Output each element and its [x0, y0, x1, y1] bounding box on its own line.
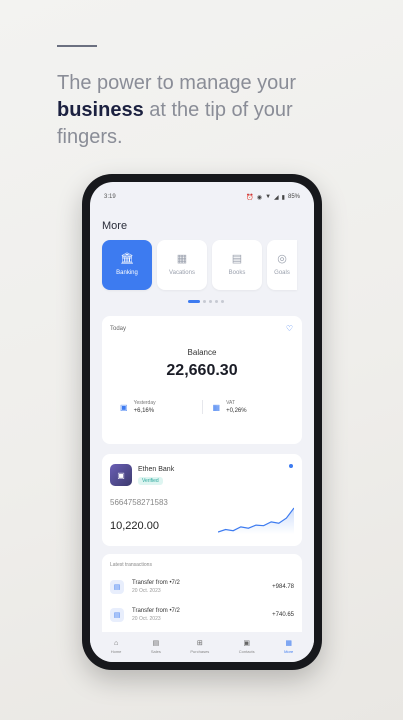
pager-dot-active[interactable]: [188, 300, 200, 303]
pager-dot[interactable]: [215, 300, 218, 303]
verified-badge: Verified: [138, 477, 163, 485]
transaction-title: Transfer from •7/2: [132, 580, 180, 586]
heart-icon[interactable]: ♡: [286, 324, 293, 333]
transactions-title: Latest transactions: [110, 562, 152, 568]
account-name: Ethen Bank: [138, 466, 175, 473]
nav-label: Home: [110, 649, 122, 654]
tile-banking[interactable]: 🏛 Banking: [102, 240, 152, 290]
bank-icon: ▣: [120, 402, 128, 412]
tile-vacations[interactable]: ▦ Vacations: [157, 240, 207, 290]
stat-name: VAT: [226, 400, 236, 406]
bank-logo-icon: ▣: [110, 464, 132, 486]
status-bar: 3:19 ⏰ ◉ ▼ ◢ ▮ 85%: [104, 192, 300, 202]
pager-dot[interactable]: [203, 300, 206, 303]
bank-icon: 🏛: [120, 253, 134, 265]
account-number: 5664758271583: [110, 498, 168, 507]
nav-label: Sales: [150, 649, 161, 654]
stat-value: +0,26%: [226, 408, 247, 414]
transaction-amount: +740.65: [272, 612, 294, 618]
tile-books[interactable]: ▤ Books: [212, 240, 262, 290]
tiles-row: 🏛 Banking ▦ Vacations ▤ Books ◎ Goals: [102, 240, 297, 290]
balance-card[interactable]: Today ♡ Balance 22,660.30 ▣ Yesterday +6…: [102, 316, 302, 444]
account-card[interactable]: ▣ Ethen Bank Verified 5664758271583 10,2…: [102, 454, 302, 546]
transaction-title: Transfer from •7/2: [132, 608, 180, 614]
nav-purchases[interactable]: ⊞ Purchases: [190, 640, 209, 654]
nav-label: Contacts: [238, 649, 255, 654]
receipt-icon: ▤: [152, 640, 160, 647]
calendar-icon: ▦: [176, 253, 188, 265]
phone-frame: 3:19 ⏰ ◉ ▼ ◢ ▮ 85% More 🏛 Banking ▦ Vaca…: [82, 174, 322, 670]
tile-label: Goals: [274, 270, 290, 276]
bottom-nav: ⌂ Home ▤ Sales ⊞ Purchases ▣ Contacts ▦ …: [90, 632, 314, 662]
tiles-pager: [188, 300, 224, 303]
pager-dot[interactable]: [221, 300, 224, 303]
screen-title: More: [102, 220, 128, 232]
nav-more[interactable]: ▦ More: [284, 640, 293, 654]
calendar-icon: ▦: [212, 402, 221, 412]
tile-label: Vacations: [169, 270, 195, 276]
battery-icon: ▮: [281, 194, 285, 201]
accent-line: [57, 45, 97, 47]
headline: The power to manage your business at the…: [57, 70, 357, 151]
account-sparkline: [218, 507, 294, 534]
stat-yesterday: ▣ Yesterday +6,16%: [110, 400, 202, 414]
status-time: 3:19: [104, 194, 116, 200]
stat-vat: ▦ VAT +0,26%: [201, 400, 295, 414]
stat-value: +6,16%: [133, 408, 155, 414]
nav-label: More: [284, 649, 294, 654]
cart-icon: ⊞: [196, 640, 203, 647]
stat-name: Yesterday: [133, 400, 156, 406]
status-icons: ⏰ ◉ ▼ ◢ ▮ 85%: [246, 194, 300, 201]
transaction-amount: +984.78: [272, 584, 294, 590]
tile-label: Banking: [116, 270, 138, 276]
nav-home[interactable]: ⌂ Home: [111, 640, 122, 654]
alarm-icon: ⏰: [246, 194, 254, 201]
grid-icon: ▦: [285, 640, 292, 647]
nav-sales[interactable]: ▤ Sales: [151, 640, 161, 654]
wifi-icon: ▼: [265, 194, 272, 200]
balance-amount: 22,660.30: [166, 362, 238, 379]
contacts-icon: ▣: [243, 640, 250, 647]
home-icon: ⌂: [113, 640, 119, 647]
transfer-icon: ▤: [110, 580, 124, 594]
nav-label: Purchases: [190, 649, 210, 654]
battery-level: 85%: [287, 194, 300, 200]
nav-contacts[interactable]: ▣ Contacts: [239, 640, 255, 654]
tile-label: Books: [228, 270, 246, 276]
headline-part1: The power to manage your: [57, 72, 297, 94]
transaction-row[interactable]: ▤ Transfer from •7/2 20 Oct. 2023 +740.6…: [110, 604, 294, 626]
balance-label: Balance: [187, 348, 217, 357]
eye-icon: ◉: [256, 194, 263, 201]
book-icon: ▤: [231, 253, 243, 265]
signal-icon: ◢: [274, 194, 279, 201]
tile-goals[interactable]: ◎ Goals: [267, 240, 297, 290]
transaction-date: 20 Oct. 2023: [132, 616, 161, 622]
transaction-date: 20 Oct. 2023: [132, 588, 161, 594]
phone-screen: 3:19 ⏰ ◉ ▼ ◢ ▮ 85% More 🏛 Banking ▦ Vaca…: [90, 182, 314, 662]
transaction-row[interactable]: ▤ Transfer from •7/2 20 Oct. 2023 +984.7…: [110, 576, 294, 598]
balance-stats: ▣ Yesterday +6,16% ▦ VAT +0,26%: [110, 400, 294, 414]
pager-dot[interactable]: [209, 300, 212, 303]
balance-period: Today: [110, 326, 127, 332]
target-icon: ◎: [277, 253, 287, 265]
status-dot: [289, 464, 293, 468]
account-amount: 10,220.00: [110, 520, 159, 532]
transfer-icon: ▤: [110, 608, 124, 622]
headline-bold: business: [57, 99, 144, 121]
